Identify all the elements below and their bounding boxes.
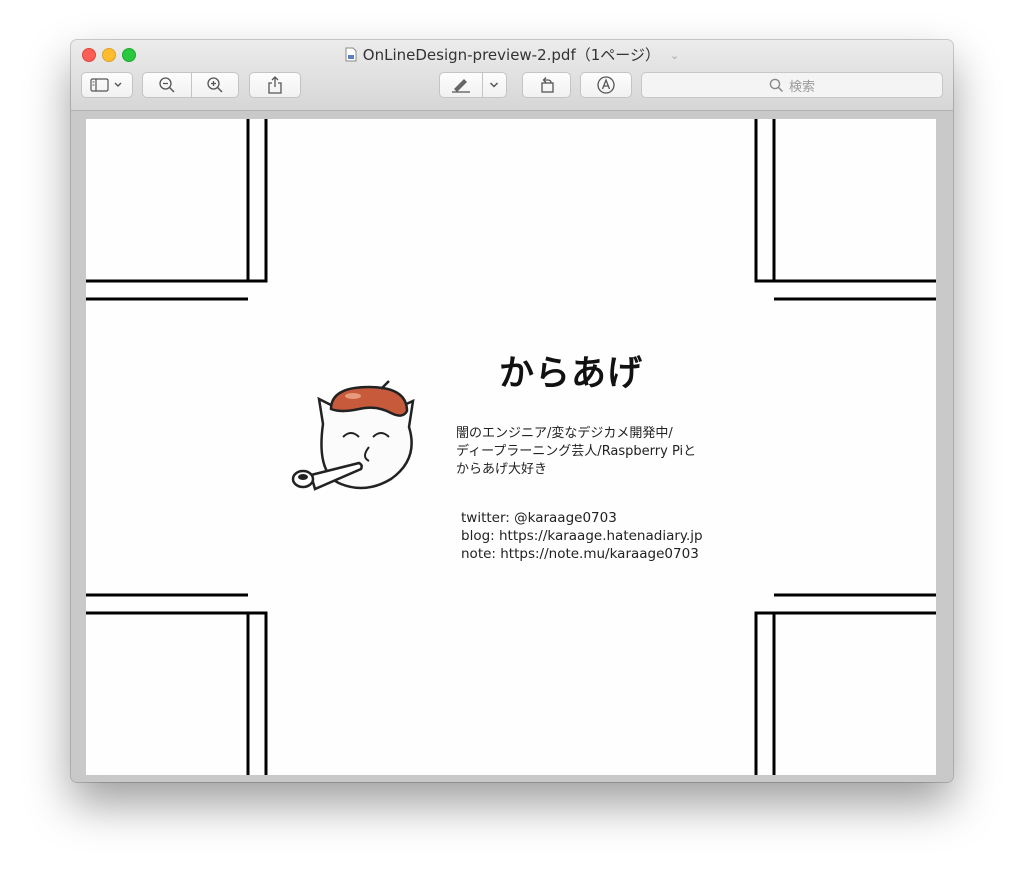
chevron-down-icon[interactable]: ⌄ [670,45,679,67]
bio-line: 闇のエンジニア/変なデジカメ開発中/ [456,426,673,441]
bio-line: ディープラーニング芸人/Raspberry Piと [456,444,697,459]
annotate-icon [597,76,615,94]
preview-window: OnLineDesign-preview-2.pdf（1ページ） ⌄ 検索 から… [71,40,953,782]
sidebar-icon [90,78,122,92]
search-field[interactable]: 検索 [641,72,943,98]
rotate-button[interactable] [522,72,571,98]
zoom-button-group [142,72,239,98]
pdf-document-icon [345,46,357,68]
window-title: OnLineDesign-preview-2.pdf（1ページ） [362,46,660,64]
twitter-link[interactable]: twitter: @karaage0703 [461,509,703,527]
share-button[interactable] [249,72,301,98]
profile-links: twitter: @karaage0703 blog: https://kara… [461,509,703,563]
zoom-out-button[interactable] [143,73,192,97]
blog-link[interactable]: blog: https://karaage.hatenadiary.jp [461,527,703,545]
search-placeholder: 検索 [788,79,815,95]
share-icon [268,76,282,94]
markup-pen-icon [452,79,470,93]
document-scroll-area[interactable]: からあげ 闇のエンジニア/変なデジカメ開発中/ ディープラーニング芸人/Rasp… [71,111,953,782]
avatar [291,380,415,491]
profile-name: からあげ [498,354,643,394]
zoom-in-icon [207,77,223,93]
zoom-out-icon [159,77,175,93]
pdf-page: からあげ 闇のエンジニア/変なデジカメ開発中/ ディープラーニング芸人/Rasp… [86,119,936,775]
title-bar: OnLineDesign-preview-2.pdf（1ページ） ⌄ 検索 [71,40,953,111]
markup-menu-button[interactable] [482,73,506,97]
zoom-in-button[interactable] [191,73,239,97]
markup-pen-button[interactable] [440,73,483,97]
note-link[interactable]: note: https://note.mu/karaage0703 [461,545,703,563]
markup-button-group [439,72,507,98]
window-title-area[interactable]: OnLineDesign-preview-2.pdf（1ページ） ⌄ [71,44,953,68]
bio-line: からあげ大好き [456,462,548,477]
chevron-down-icon [489,82,499,88]
sidebar-view-button[interactable] [81,72,133,98]
rotate-icon [540,77,554,93]
profile-bio: 闇のエンジニア/変なデジカメ開発中/ ディープラーニング芸人/Raspberry… [456,425,696,479]
search-icon [769,78,784,92]
annotate-button[interactable] [580,72,632,98]
